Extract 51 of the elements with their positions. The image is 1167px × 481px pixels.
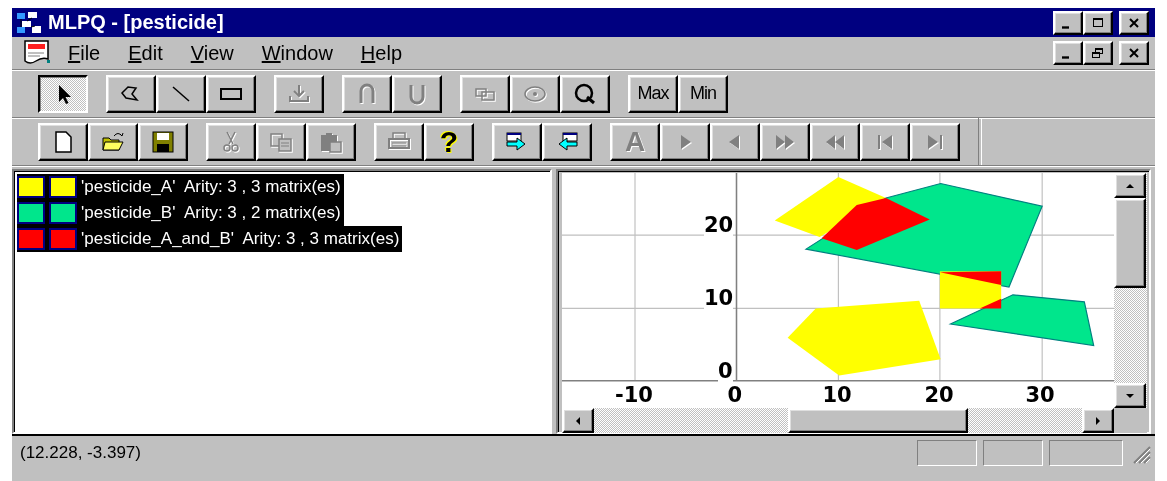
restore-button[interactable] xyxy=(1083,41,1113,65)
close-icon xyxy=(1126,15,1142,30)
toolbar-button[interactable]: Min xyxy=(678,74,728,113)
minimize-button[interactable] xyxy=(1053,41,1083,65)
region-polygon[interactable] xyxy=(939,271,1002,286)
menu-item[interactable]: Edit xyxy=(114,39,177,67)
scroll-right-button[interactable] xyxy=(1082,408,1114,433)
minimize-icon xyxy=(1061,56,1069,59)
maximize-button[interactable] xyxy=(1083,10,1113,35)
region-polygon[interactable] xyxy=(774,176,886,237)
scrollbar-thumb[interactable] xyxy=(788,408,968,433)
close-icon xyxy=(1126,46,1142,60)
axis-label: 20 xyxy=(704,214,734,236)
color-swatch[interactable] xyxy=(17,176,45,198)
up-arrow-icon xyxy=(1124,181,1136,190)
menu-item[interactable]: Help xyxy=(346,39,416,67)
menu-item[interactable]: View xyxy=(176,39,248,67)
layer-item[interactable]: 'pesticide_A_and_B' Arity: 3 , 3 matrix(es) xyxy=(17,226,403,252)
status-pane xyxy=(917,439,977,466)
toolbar-button[interactable]: Max xyxy=(628,74,678,113)
scrollbar-thumb[interactable] xyxy=(1114,198,1146,288)
right-arrow-icon xyxy=(1094,414,1102,427)
layer-item[interactable]: 'pesticide_B' Arity: 3 , 2 matrix(es) xyxy=(17,200,344,226)
minimize-button[interactable] xyxy=(1053,10,1083,35)
down-arrow-icon xyxy=(1124,391,1136,400)
color-swatch[interactable] xyxy=(49,176,77,198)
window-title: MLPQ - [pesticide] xyxy=(48,11,225,34)
scroll-down-button[interactable] xyxy=(1114,383,1146,408)
app-icon xyxy=(16,10,42,35)
status-pane xyxy=(983,439,1043,466)
axis-label: 10 xyxy=(704,287,734,309)
help-button[interactable]: ? xyxy=(424,122,474,161)
menu-item[interactable]: Window xyxy=(247,39,347,67)
color-swatch[interactable] xyxy=(17,202,45,224)
color-swatch[interactable] xyxy=(49,228,77,250)
color-swatch[interactable] xyxy=(49,202,77,224)
status-text: (12.228, -3.397) xyxy=(20,442,142,463)
menu-item[interactable]: File xyxy=(54,39,115,67)
region-polygon[interactable] xyxy=(948,294,1095,347)
close-button[interactable] xyxy=(1119,10,1149,35)
restore-icon xyxy=(1090,46,1106,60)
minimize-icon xyxy=(1061,25,1069,29)
region-polygon[interactable] xyxy=(821,198,930,250)
axis-label: 0 xyxy=(718,360,733,382)
region-polygon[interactable] xyxy=(979,298,1002,309)
close-button[interactable] xyxy=(1119,41,1149,65)
toolbar-button[interactable] xyxy=(38,74,88,113)
scroll-left-button[interactable] xyxy=(562,408,594,433)
layer-item[interactable]: 'pesticide_A' Arity: 3 , 3 matrix(es) xyxy=(17,174,344,200)
color-swatch[interactable] xyxy=(17,228,45,250)
scroll-up-button[interactable] xyxy=(1114,173,1146,198)
